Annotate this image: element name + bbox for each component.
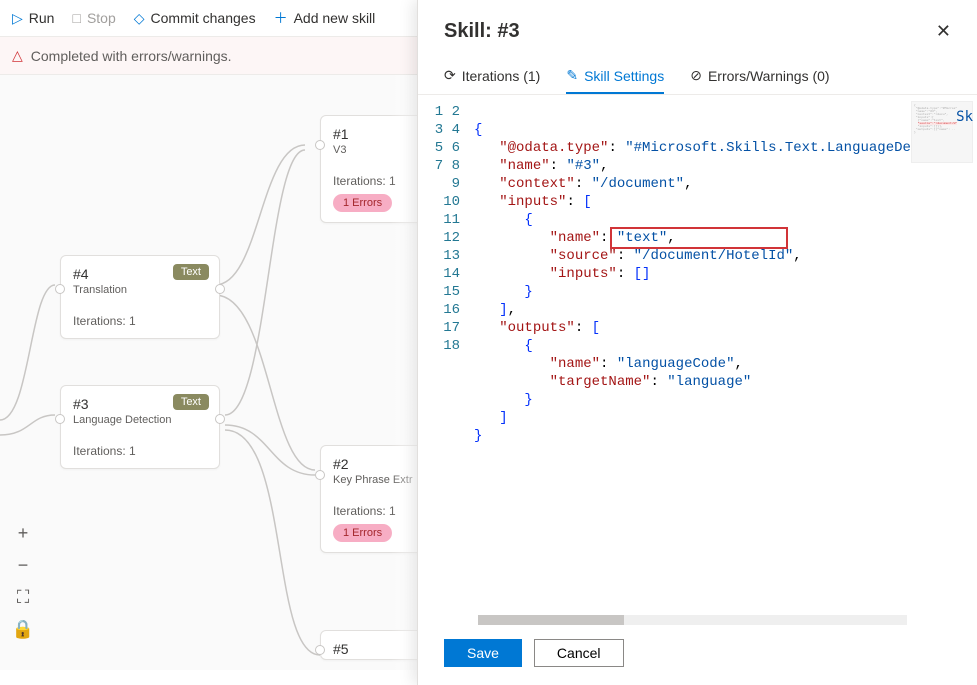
zoom-in-button[interactable]: + <box>12 522 34 544</box>
node-2-errors-badge[interactable]: 1 Errors <box>333 524 392 542</box>
node-3-port-in[interactable] <box>55 414 65 424</box>
panel-tabs: ⟳ Iterations (1) ✎ Skill Settings ⊘ Erro… <box>418 55 977 95</box>
edit-icon: ✎ <box>566 67 578 84</box>
stop-label: Stop <box>87 10 116 26</box>
run-label: Run <box>29 10 55 26</box>
commit-button[interactable]: ◇ Commit changes <box>134 10 256 27</box>
commit-icon: ◇ <box>134 10 145 27</box>
add-skill-label: Add new skill <box>294 10 376 26</box>
zoom-controls: + − ⛶ 🔒 <box>12 522 34 640</box>
editor-code[interactable]: { "@odata.type": "#Microsoft.Skills.Text… <box>474 103 911 463</box>
plus-icon: ＋ <box>274 8 288 28</box>
commit-label: Commit changes <box>151 10 256 26</box>
tab-errors-label: Errors/Warnings (0) <box>708 68 830 84</box>
node-4-iterations: Iterations: 1 <box>73 314 207 328</box>
add-skill-button[interactable]: ＋ Add new skill <box>274 8 376 28</box>
plus-icon: + <box>18 523 29 544</box>
fit-screen-button[interactable]: ⛶ <box>12 586 34 608</box>
node-4[interactable]: Text #4 Translation Iterations: 1 <box>60 255 220 339</box>
panel-footer: Save Cancel <box>418 627 977 685</box>
tab-iterations-label: Iterations (1) <box>462 68 541 84</box>
stop-button[interactable]: □ Stop <box>72 10 115 26</box>
json-editor[interactable]: 1 2 3 4 5 6 7 8 9 10 11 12 13 14 15 16 1… <box>418 95 977 627</box>
zoom-out-button[interactable]: − <box>12 554 34 576</box>
save-button[interactable]: Save <box>444 639 522 667</box>
lock-button[interactable]: 🔒 <box>12 618 34 640</box>
panel-title: Skill: #3 <box>444 20 520 43</box>
node-4-port-in[interactable] <box>55 284 65 294</box>
node-3[interactable]: Text #3 Language Detection Iterations: 1 <box>60 385 220 469</box>
stop-icon: □ <box>72 10 80 26</box>
editor-gutter: 1 2 3 4 5 6 7 8 9 10 11 12 13 14 15 16 1… <box>430 103 460 355</box>
cancel-button[interactable]: Cancel <box>534 639 624 667</box>
expand-icon: ⛶ <box>17 587 30 608</box>
run-button[interactable]: ▷ Run <box>12 10 54 27</box>
node-4-type-badge: Text <box>173 264 209 280</box>
tab-settings-label: Skill Settings <box>584 68 664 84</box>
node-2-port-in[interactable] <box>315 470 325 480</box>
warning-circle-icon: ⊘ <box>690 67 702 84</box>
lock-icon: 🔒 <box>12 619 34 640</box>
node-3-type-badge: Text <box>173 394 209 410</box>
node-3-iterations: Iterations: 1 <box>73 444 207 458</box>
status-message: Completed with errors/warnings. <box>31 48 232 64</box>
editor-horizontal-scrollbar[interactable] <box>478 615 907 625</box>
node-3-subtitle: Language Detection <box>73 414 207 426</box>
tab-errors-warnings[interactable]: ⊘ Errors/Warnings (0) <box>690 59 829 94</box>
tab-iterations[interactable]: ⟳ Iterations (1) <box>444 59 540 94</box>
node-1-errors-badge[interactable]: 1 Errors <box>333 194 392 212</box>
panel-header: Skill: #3 ✕ <box>418 0 977 55</box>
node-5-port-in[interactable] <box>315 645 325 655</box>
node-3-port-out[interactable] <box>215 414 225 424</box>
tab-skill-settings[interactable]: ✎ Skill Settings <box>566 59 664 94</box>
node-4-port-out[interactable] <box>215 284 225 294</box>
warning-icon: △ <box>12 47 23 64</box>
code-overflow-fragment: Sk <box>956 109 973 125</box>
close-icon[interactable]: ✕ <box>936 21 951 42</box>
skill-panel: Skill: #3 ✕ ⟳ Iterations (1) ✎ Skill Set… <box>417 0 977 685</box>
minus-icon: − <box>18 555 29 576</box>
node-4-subtitle: Translation <box>73 284 207 296</box>
play-icon: ▷ <box>12 10 23 27</box>
iterations-icon: ⟳ <box>444 67 456 84</box>
scrollbar-thumb[interactable] <box>478 615 624 625</box>
node-1-port-in[interactable] <box>315 140 325 150</box>
